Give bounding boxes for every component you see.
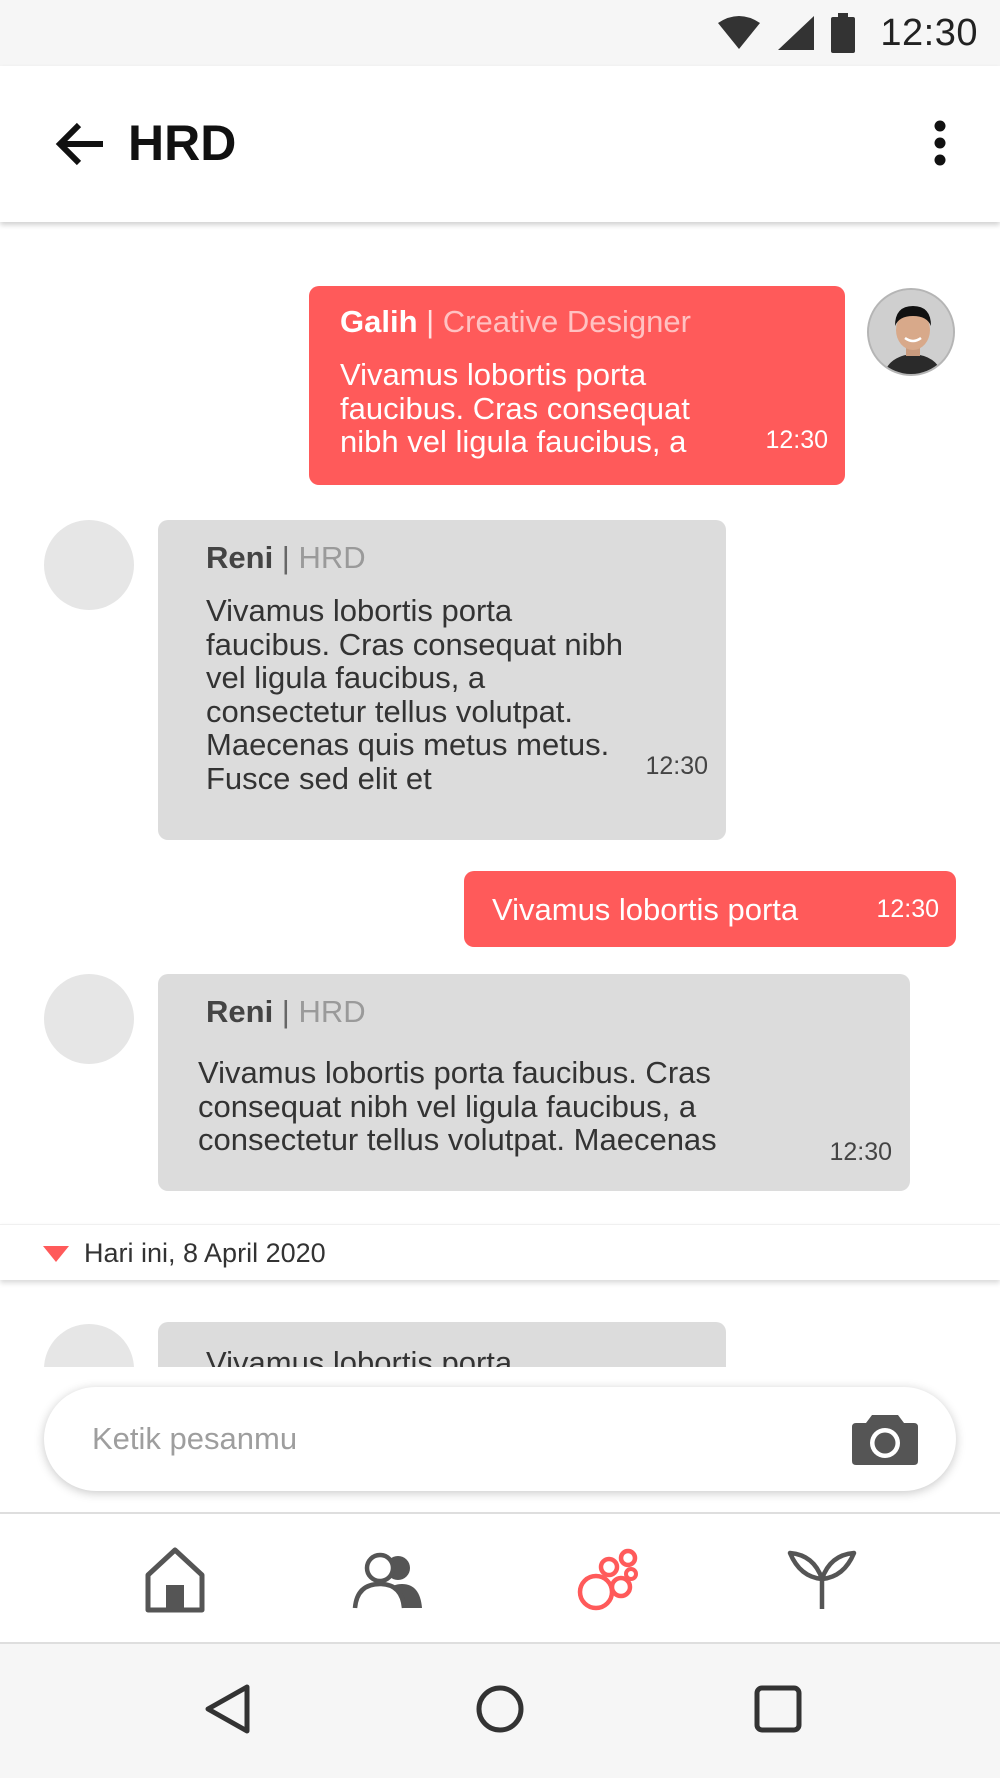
status-time: 12:30 xyxy=(880,11,978,54)
message-sender-line: Galih | Creative Designer xyxy=(340,304,691,340)
message-sender-line: Reni | HRD xyxy=(206,994,366,1030)
message-sender-line: Reni | HRD xyxy=(206,540,366,576)
nav-home[interactable] xyxy=(135,1540,215,1620)
message-composer xyxy=(44,1387,956,1491)
avatar[interactable] xyxy=(44,520,134,610)
message-time: 12:30 xyxy=(645,752,708,780)
message-time: 12:30 xyxy=(876,895,939,923)
sender-separator: | xyxy=(417,304,443,339)
nav-community[interactable] xyxy=(568,1540,648,1620)
message-text: Vivamus lobortis porta xyxy=(492,892,799,927)
back-button[interactable] xyxy=(48,112,112,176)
camera-button[interactable] xyxy=(850,1411,920,1467)
more-vertical-icon xyxy=(934,120,946,166)
nav-people[interactable] xyxy=(348,1540,428,1620)
sender-role: Creative Designer xyxy=(442,304,691,339)
user-photo-icon xyxy=(869,290,953,374)
camera-icon xyxy=(852,1415,918,1465)
signal-icon xyxy=(778,16,815,50)
people-icon xyxy=(352,1552,422,1609)
system-recents-button[interactable] xyxy=(743,1674,813,1744)
status-bar: 12:30 xyxy=(0,0,1000,66)
sender-separator: | xyxy=(273,994,299,1029)
message-time: 12:30 xyxy=(765,426,828,454)
date-divider: Hari ini, 8 April 2020 xyxy=(0,1224,1000,1280)
app-bar: HRD xyxy=(0,66,1000,222)
message-time: 12:30 xyxy=(829,1138,892,1166)
system-home-button[interactable] xyxy=(465,1674,535,1744)
avatar[interactable] xyxy=(867,288,955,376)
sprout-icon xyxy=(787,1550,857,1609)
chat-messages[interactable]: Galih | Creative Designer Vivamus lobort… xyxy=(0,222,1000,1367)
received-message-bubble[interactable]: Vivamus lobortis porta xyxy=(158,1322,726,1367)
bottom-navigation xyxy=(0,1512,1000,1644)
home-icon xyxy=(145,1547,205,1613)
avatar[interactable] xyxy=(44,1324,134,1367)
received-message-bubble[interactable]: Reni | HRD Vivamus lobortis porta faucib… xyxy=(158,520,726,840)
message-input[interactable] xyxy=(92,1413,832,1465)
sender-name: Reni xyxy=(206,994,274,1029)
sender-separator: | xyxy=(273,540,299,575)
system-navigation xyxy=(0,1644,1000,1778)
page-title: HRD xyxy=(128,115,237,171)
sender-name: Galih xyxy=(340,304,418,339)
caret-down-icon xyxy=(43,1246,69,1262)
message-text: Vivamus lobortis porta faucibus. Cras co… xyxy=(198,1055,717,1157)
square-recents-icon xyxy=(754,1685,802,1733)
date-label: Hari ini, 8 April 2020 xyxy=(84,1238,326,1268)
sender-role: HRD xyxy=(298,540,366,575)
message-text: Vivamus lobortis porta faucibus. Cras co… xyxy=(340,357,690,459)
sender-name: Reni xyxy=(206,540,274,575)
more-options-button[interactable] xyxy=(920,110,960,176)
sent-message-bubble[interactable]: Vivamus lobortis porta 12:30 xyxy=(464,871,956,947)
system-back-button[interactable] xyxy=(192,1674,262,1744)
circle-home-icon xyxy=(476,1685,524,1733)
nav-growth[interactable] xyxy=(782,1540,862,1620)
triangle-back-icon xyxy=(205,1684,250,1734)
bubbles-icon xyxy=(577,1548,638,1611)
battery-icon xyxy=(831,13,856,53)
sender-role: HRD xyxy=(298,994,366,1029)
message-text: Vivamus lobortis porta xyxy=(206,1345,513,1367)
received-message-bubble[interactable]: Reni | HRD Vivamus lobortis porta faucib… xyxy=(158,974,910,1191)
sent-message-bubble[interactable]: Galih | Creative Designer Vivamus lobort… xyxy=(309,286,845,485)
avatar[interactable] xyxy=(44,974,134,1064)
message-text: Vivamus lobortis porta faucibus. Cras co… xyxy=(206,593,624,796)
wifi-icon xyxy=(718,16,761,49)
arrow-left-icon xyxy=(55,122,103,166)
